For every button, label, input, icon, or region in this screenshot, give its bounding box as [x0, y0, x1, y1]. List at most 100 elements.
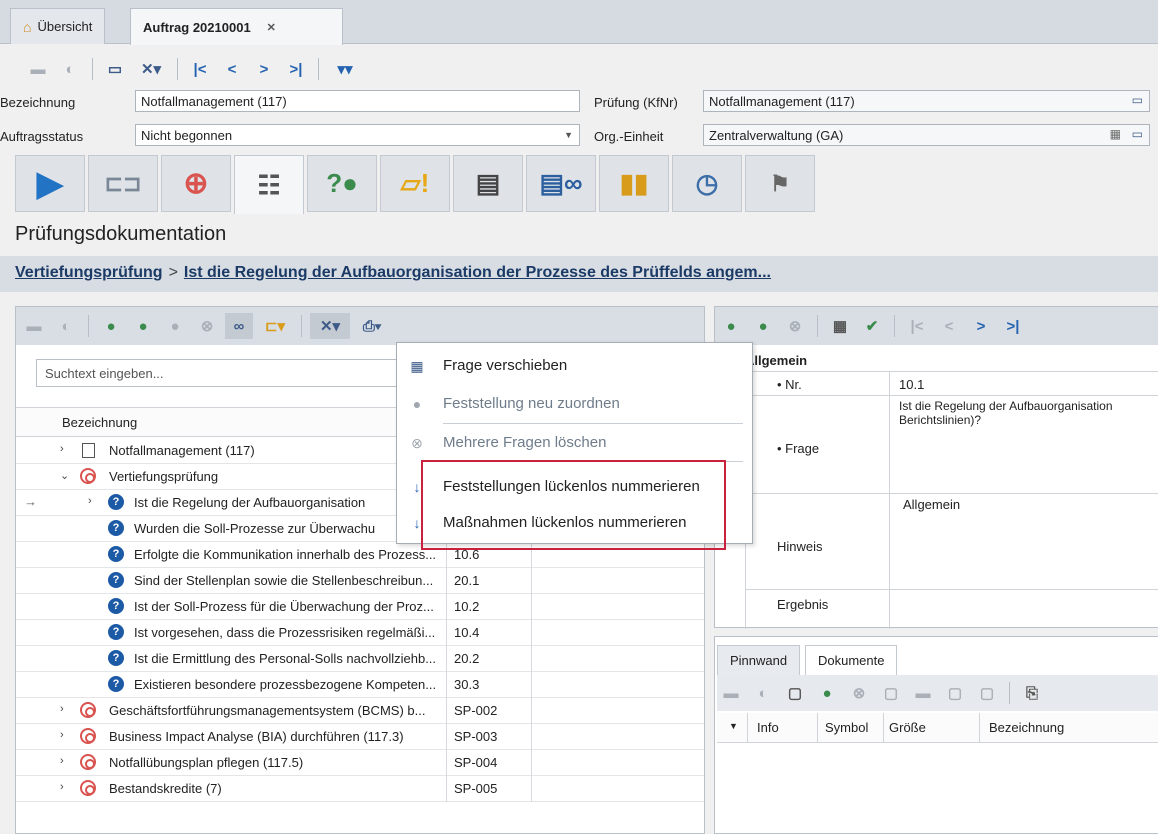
column-header-bezeichnung[interactable]: Bezeichnung	[62, 415, 137, 430]
print-dropdown-icon[interactable]: ⎙▾	[354, 313, 390, 339]
copy-icon[interactable]: ▢	[877, 680, 905, 706]
tree-row[interactable]: ? Sind der Stellenplan sowie die Stellen…	[16, 568, 704, 594]
row-divider	[531, 568, 532, 594]
delete-icon[interactable]: ⊗	[845, 680, 873, 706]
menu-item-frage-verschieben[interactable]: ▦ Frage verschieben	[397, 349, 752, 383]
expand-icon[interactable]: ›	[60, 729, 64, 741]
tree-row[interactable]: ? Existieren besondere prozessbezogene K…	[16, 672, 704, 698]
report-tile[interactable]: ▤	[453, 155, 523, 212]
expand-icon[interactable]: ›	[60, 703, 64, 715]
save-icon[interactable]: ▬	[717, 680, 745, 706]
previous-record-icon[interactable]: <	[218, 56, 246, 82]
save-icon[interactable]: ▬	[20, 313, 48, 339]
tab-pinnwand[interactable]: Pinnwand	[717, 645, 801, 675]
dropdown-arrow-icon[interactable]: ▼	[564, 130, 573, 140]
column-header-info[interactable]: Info	[757, 720, 779, 735]
filter-dropdown-icon[interactable]: ▾▾	[327, 56, 363, 82]
bezeichnung-field[interactable]: Notfallmanagement (117)	[135, 90, 580, 112]
next-record-icon[interactable]: >	[967, 313, 995, 339]
finish-tile[interactable]: ⚑	[745, 155, 815, 212]
next-record-icon[interactable]: >	[250, 56, 278, 82]
findings-tile[interactable]: ▱!	[380, 155, 450, 212]
open-window-icon[interactable]: ▭	[1132, 127, 1143, 141]
first-record-icon[interactable]: |<	[186, 56, 214, 82]
last-record-icon[interactable]: >|	[999, 313, 1027, 339]
delete-icon[interactable]: ⊗	[193, 313, 221, 339]
export-icon[interactable]: ▢	[973, 680, 1001, 706]
undo-icon[interactable]: ◐	[52, 313, 80, 339]
frage-value[interactable]: Ist die Regelung der Aufbauorganisation …	[899, 399, 1157, 427]
add-icon[interactable]: ●	[97, 313, 125, 339]
first-record-icon[interactable]: |<	[903, 313, 931, 339]
schedule-tile[interactable]: ◷	[672, 155, 742, 212]
close-icon[interactable]: ✕	[267, 21, 276, 34]
breadcrumb-link-vertiefung[interactable]: Vertiefungsprüfung	[15, 264, 163, 281]
org-field[interactable]: Zentralverwaltung (GA) ▦ ▭	[703, 124, 1150, 146]
menu-item-feststellung-neu-zuordnen[interactable]: ● Feststellung neu zuordnen	[397, 387, 752, 421]
tree-row[interactable]: ? Ist der Soll-Prozess für die Überwachu…	[16, 594, 704, 620]
tab-auftrag[interactable]: Auftrag 20210001 ✕	[130, 8, 343, 45]
structure-tile[interactable]: ⊏⊐	[88, 155, 158, 212]
open-window-icon[interactable]: ▭	[101, 56, 129, 82]
status-select[interactable]: Nicht begonnen ▼	[135, 124, 580, 146]
column-header-groesse[interactable]: Größe	[889, 720, 926, 735]
report-search-tile[interactable]: ▤∞	[526, 155, 596, 212]
tree-row[interactable]: › Business Impact Analyse (BIA) durchfüh…	[16, 724, 704, 750]
breadcrumb-link-frage[interactable]: Ist die Regelung der Aufbauorganisation …	[184, 264, 771, 281]
add-document-icon[interactable]: ●	[813, 680, 841, 706]
expand-icon[interactable]: ›	[60, 781, 64, 793]
collapse-icon[interactable]: ⌄	[60, 469, 69, 482]
table-icon[interactable]: ▦	[826, 313, 854, 339]
building-icon[interactable]: ▦	[1110, 127, 1121, 141]
attach-icon[interactable]: ⎘	[1018, 680, 1046, 706]
menu-item-mehrere-fragen-loeschen[interactable]: ⊗ Mehrere Fragen löschen	[397, 426, 752, 460]
expand-icon[interactable]: ›	[60, 755, 64, 767]
tree-row[interactable]: ? Ist die Ermittlung des Personal-Solls …	[16, 646, 704, 672]
archive-tile[interactable]: ▮▮	[599, 155, 669, 212]
binoculars-icon[interactable]: ∞	[225, 313, 253, 339]
pruefung-field[interactable]: Notfallmanagement (117) ▭	[703, 90, 1150, 112]
new-document-icon[interactable]: ▢	[781, 680, 809, 706]
target-icon	[80, 702, 96, 718]
add-child-icon[interactable]: ●	[749, 313, 777, 339]
delete-icon[interactable]: ⊗	[781, 313, 809, 339]
expand-icon[interactable]: ›	[60, 443, 64, 455]
pruefung-label: Prüfung (KfNr)	[594, 95, 678, 110]
nr-value[interactable]: 10.1	[899, 377, 924, 392]
open-window-icon[interactable]: ▭	[1132, 93, 1143, 107]
column-menu-icon[interactable]: ▼	[729, 721, 738, 731]
tree-row[interactable]: › Notfallübungsplan pflegen (117.5) SP-0…	[16, 750, 704, 776]
add-disabled-icon[interactable]: ●	[161, 313, 189, 339]
tools-dropdown-icon[interactable]: ✕▾	[310, 313, 350, 339]
hinweis-value[interactable]: Allgemein	[903, 497, 960, 512]
ergebnis-label: Ergebnis	[777, 597, 829, 612]
undo-icon[interactable]: ◐	[56, 56, 84, 82]
add-child-icon[interactable]: ●	[129, 313, 157, 339]
column-header-symbol[interactable]: Symbol	[825, 720, 868, 735]
row-divider	[446, 776, 447, 802]
tree-row[interactable]: › Geschäftsfortführungsmanagementsystem …	[16, 698, 704, 724]
check-icon[interactable]: ✔	[858, 313, 886, 339]
save-document-icon[interactable]: ▬	[909, 680, 937, 706]
undo-icon[interactable]: ◐	[749, 680, 777, 706]
search-input[interactable]: Suchtext eingeben...	[36, 359, 401, 387]
tab-uebersicht[interactable]: ⌂ Übersicht	[10, 8, 106, 44]
tools-icon[interactable]: ✕▾	[133, 56, 169, 82]
target-tile[interactable]: ⊕	[161, 155, 231, 212]
documentation-tile[interactable]: ☷	[234, 155, 304, 214]
questions-tile[interactable]: ?●	[307, 155, 377, 212]
tab-dokumente[interactable]: Dokumente	[805, 645, 898, 675]
tree-row[interactable]: › Bestandskredite (7) SP-005	[16, 776, 704, 802]
save-icon[interactable]: ▬	[24, 56, 52, 82]
expand-icon[interactable]: ›	[88, 495, 92, 507]
last-record-icon[interactable]: >|	[282, 56, 310, 82]
row-divider	[446, 672, 447, 698]
scan-icon[interactable]: ▢	[941, 680, 969, 706]
column-header-bezeichnung[interactable]: Bezeichnung	[989, 720, 1064, 735]
previous-record-icon[interactable]: <	[935, 313, 963, 339]
row-divider	[446, 646, 447, 672]
start-tile[interactable]: ▶	[15, 155, 85, 212]
add-icon[interactable]: ●	[717, 313, 745, 339]
tree-dropdown-icon[interactable]: ⊏▾	[257, 313, 293, 339]
tree-row[interactable]: ? Ist vorgesehen, dass die Prozessrisike…	[16, 620, 704, 646]
